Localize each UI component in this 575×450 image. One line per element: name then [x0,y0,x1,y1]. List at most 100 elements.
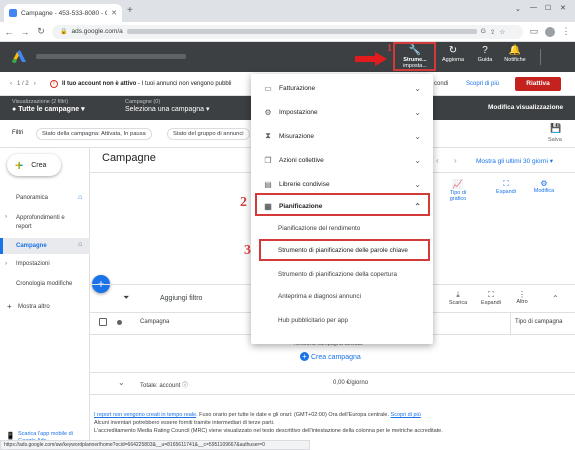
tools-highlight-box [393,42,436,71]
chart-edit-button[interactable]: ⚙ Modifica [530,179,558,194]
sidebar-item-change-history[interactable]: Cronologia modifiche [0,281,90,287]
date-range-selector[interactable]: Mostra gli ultimi 30 giorni ▾ [476,157,553,165]
learn-more-link[interactable]: Scopri di più [466,81,499,87]
next-warning-icon[interactable]: › [34,81,36,87]
bookmark-star-icon[interactable]: ☆ [499,28,505,36]
table-expand-button[interactable]: ⛶ Espandi [478,290,504,306]
browser-tabstrip: Campagne - 453-533-8080 - Go ✕ + ⌄ — ☐ ✕ [0,0,575,22]
warning-text: Il tuo account non è attivo - I tuoi ann… [62,80,232,87]
tab-search-icon[interactable]: ⌄ [515,5,521,13]
divider [90,372,575,373]
expand-icon: ⛶ [503,179,509,188]
menu-item-performance-planner[interactable]: Pianificazione del rendimento [251,218,433,238]
menu-category-setup[interactable]: ⚙ Impostazione ⌄ [251,100,433,124]
download-button[interactable]: ⤓ Scarica [446,290,470,306]
planning-highlight-box [255,193,430,216]
column-header-campaign[interactable]: Campagna [140,319,169,325]
sidebar-item-settings[interactable]: Impostazioni [0,261,90,267]
sidebar-item-insights[interactable]: Approfondimenti e report [0,214,80,232]
callout-number-3: 3 [244,243,251,258]
save-label[interactable]: Salva [548,137,562,143]
reactivate-button[interactable]: Riattiva [515,77,561,91]
browser-tab[interactable]: Campagne - 453-533-8080 - Go ✕ [4,4,122,22]
footer-learn-more-link[interactable]: Scopri di più [391,412,421,418]
column-header-campaign-type[interactable]: Tipo di campagna [515,319,562,325]
url-bar[interactable]: 🔒 ads.google.com/a G ⇪ ☆ [52,24,523,39]
browser-status-url: https://ads.google.com/aw/keywordplanner… [0,440,310,450]
chevron-down-icon: ⌄ [414,155,421,165]
refresh-button[interactable]: ↻ Aggiorna [436,45,470,63]
view-selector[interactable]: Visualizzazione (2 filtri) ● Tutte le ca… [12,99,85,113]
plus-icon: + [15,157,24,173]
forward-icon[interactable]: → [20,27,30,37]
save-icon[interactable]: 💾 [550,123,561,134]
chart-type-button[interactable]: 📈 Tipo di grafico [443,179,473,202]
menu-item-ad-preview[interactable]: Anteprima e diagnosi annunci [251,286,433,306]
total-value: 0,00 €/giorno [333,380,369,386]
maximize-button[interactable]: ☐ [545,4,551,12]
notifications-button[interactable]: 🔔 Notifiche [498,45,532,63]
warning-pager: ‹ 1 / 2 › [10,80,36,87]
library-icon: ▤ [264,179,272,189]
menu-category-measurement[interactable]: ⧗ Misurazione ⌄ [251,124,433,148]
lock-icon: 🔒 [60,29,68,35]
help-icon: ? [482,45,488,56]
new-tab-button[interactable]: + [127,5,133,16]
chevron-down-icon: ⌄ [414,179,421,189]
filters-label: Filtri [12,130,24,136]
create-campaign-link[interactable]: + Crea campagna [300,352,361,361]
campaign-selector[interactable]: Campagne (0) Seleziona una campagna ▾ [125,99,209,113]
callout-number-2: 2 [240,195,247,210]
tab-close-icon[interactable]: ✕ [111,9,117,17]
date-prev-icon[interactable]: ‹ [436,156,439,165]
sidebar-item-overview[interactable]: Panoramica [0,195,90,201]
error-icon: ! [50,79,58,88]
prev-warning-icon[interactable]: ‹ [10,81,12,87]
collapse-chevron-icon[interactable]: ⌃ [552,294,559,303]
credit-card-icon: ▭ [264,83,272,93]
back-icon[interactable]: ← [4,27,14,37]
total-label: Totale: account ⓘ [140,383,189,389]
share-icon[interactable]: ⇪ [490,28,495,36]
sidebar-item-campaigns[interactable]: Campagne [0,238,90,254]
address-bar-row: ← → ↻ 🔒 ads.google.com/a G ⇪ ☆ ▭ ⋮ [0,22,575,42]
menu-item-app-hub[interactable]: Hub pubblicitario per app [251,310,433,330]
profile-avatar[interactable] [545,26,555,37]
menu-item-reach-planner[interactable]: Strumento di pianificazione della copert… [251,264,433,284]
date-next-icon[interactable]: › [454,156,457,165]
hourglass-icon: ⧗ [265,131,271,140]
realtime-reports-link[interactable]: I report non vengono creati in tempo rea… [94,412,196,418]
filter-chip-status[interactable]: Stato della campagna: Attivata, In pausa [36,128,152,140]
select-all-checkbox[interactable] [99,318,107,326]
filter-funnel-icon[interactable]: ⏷ [123,293,129,303]
create-button[interactable]: + Crea [7,154,61,176]
tab-title: Campagne - 453-533-8080 - Go [21,9,108,17]
reload-icon[interactable]: ↻ [36,26,46,37]
more-button[interactable]: ⋮ Altro [510,290,534,305]
google-ads-header: 🔧 Strume... imposta... ↻ Aggiorna ? Guid… [0,42,575,72]
info-icon: ⓘ [182,383,189,389]
total-expand-chevron-icon[interactable]: ⌄ [118,378,125,387]
sidebar-show-more[interactable]: Mostra altro [0,304,90,310]
close-window-button[interactable]: ✕ [560,4,566,12]
modify-view-button[interactable]: Modifica visualizzazione [488,104,563,111]
download-icon: ⤓ [456,290,460,299]
menu-category-bulk-actions[interactable]: ❐ Azioni collettive ⌄ [251,148,433,172]
google-ads-logo-icon[interactable] [12,50,26,63]
extensions-icon[interactable]: ▭ [529,26,539,37]
setup-icon: ⚙ [264,107,272,117]
chevron-down-icon: ⌄ [414,131,421,141]
minimize-button[interactable]: — [530,4,537,11]
chart-expand-button[interactable]: ⛶ Espandi [494,179,518,195]
sidebar [0,148,90,450]
chevron-down-icon: ⌄ [414,107,421,117]
filter-chip-adgroup[interactable]: Stato del gruppo di annunci [167,128,250,140]
help-button[interactable]: ? Guida [468,45,502,63]
expand-icon: ⛶ [488,290,494,299]
add-filter-button[interactable]: Aggiungi filtro [160,295,202,302]
plus-circle-icon: + [300,352,309,361]
google-lens-icon[interactable]: G [481,28,486,35]
menu-category-billing[interactable]: ▭ Fatturazione ⌄ [251,76,433,100]
chevron-down-icon: ⌄ [414,83,421,93]
browser-menu-icon[interactable]: ⋮ [561,26,571,37]
